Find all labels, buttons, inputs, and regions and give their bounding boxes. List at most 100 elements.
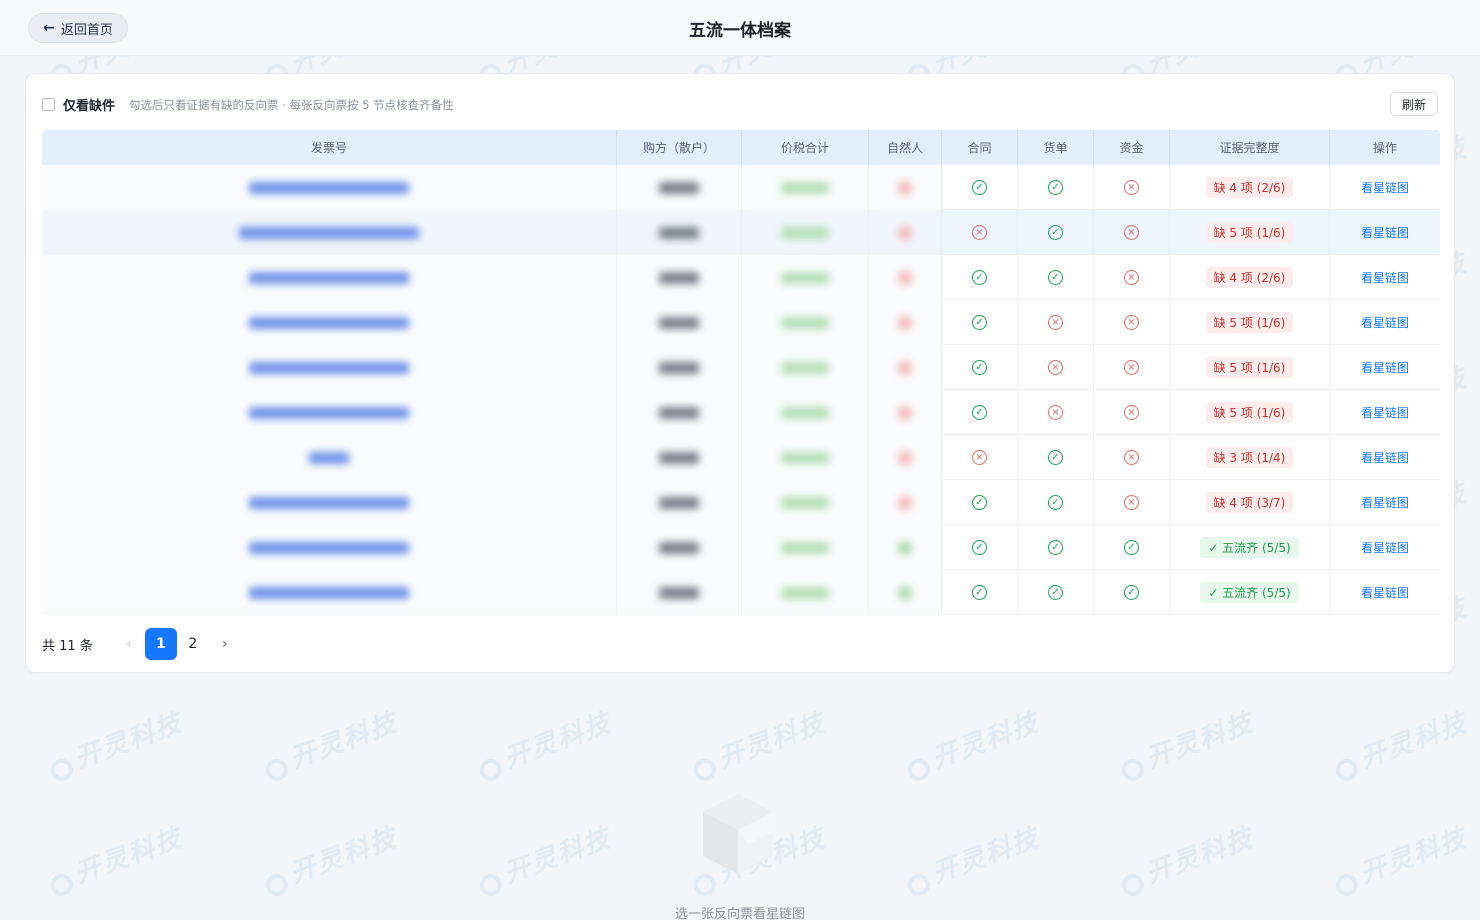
natural-person-redacted (898, 270, 912, 285)
view-star-graph-link[interactable]: 看星链图 (1361, 269, 1409, 286)
amount-cell (742, 435, 869, 480)
amount-cell (742, 345, 869, 390)
natural-person-cell (869, 570, 942, 615)
watermark-mark: 开灵科技 (472, 702, 616, 785)
amount-cell (742, 210, 869, 255)
buyer-redacted (659, 406, 699, 419)
check-circle-icon: ✓ (1048, 270, 1063, 285)
watermark-text: 开灵科技 (928, 822, 1044, 890)
invoice-no-cell[interactable] (42, 525, 617, 570)
table-row[interactable]: ✓ ✓ ✓ ✓ 五流齐 (5/5) 看星链图 (42, 570, 1440, 615)
watermark-logo-icon (1118, 755, 1147, 784)
contract-status-cell: ✓ (942, 480, 1018, 525)
invoice-no-cell[interactable] (42, 480, 617, 525)
fund-status-cell: × (1094, 480, 1170, 525)
view-star-graph-link[interactable]: 看星链图 (1361, 404, 1409, 421)
watermark-mark: 开灵科技 (1114, 817, 1258, 900)
completeness-badge: 缺 3 项 (1/4) (1205, 447, 1294, 468)
col-completeness[interactable]: 证据完整度 (1170, 130, 1330, 165)
check-circle-icon: ✓ (972, 315, 987, 330)
col-invoice-no[interactable]: 发票号 (42, 130, 617, 165)
view-star-graph-link[interactable]: 看星链图 (1361, 449, 1409, 466)
watermark-logo-icon (476, 870, 505, 899)
goods-status-cell: ✓ (1018, 255, 1094, 300)
col-buyer[interactable]: 购方（散户） (617, 130, 742, 165)
page-1-button[interactable]: 1 (144, 628, 177, 660)
watermark-text: 开灵科技 (500, 707, 616, 775)
amount-cell (742, 525, 869, 570)
view-star-graph-link[interactable]: 看星链图 (1361, 179, 1409, 196)
prev-page-button[interactable]: ‹ (113, 628, 145, 660)
x-circle-icon: × (1124, 360, 1139, 375)
amount-redacted (781, 586, 829, 599)
x-circle-icon: × (1048, 405, 1063, 420)
check-circle-icon: ✓ (972, 405, 987, 420)
invoice-no-cell[interactable] (42, 570, 617, 615)
invoice-no-cell[interactable] (42, 210, 617, 255)
invoice-no-cell[interactable] (42, 165, 617, 210)
view-star-graph-link[interactable]: 看星链图 (1361, 494, 1409, 511)
invoice-no-cell[interactable] (42, 435, 617, 480)
empty-state-text: 选一张反向票看星链图 (674, 907, 805, 920)
fund-status-cell: ✓ (1094, 525, 1170, 570)
view-star-graph-link[interactable]: 看星链图 (1361, 539, 1409, 556)
check-circle-icon: ✓ (972, 540, 987, 555)
action-cell: 看星链图 (1330, 435, 1440, 480)
table-row[interactable]: ✓ × × 缺 5 项 (1/6) 看星链图 (42, 345, 1440, 390)
amount-redacted (781, 271, 829, 284)
watermark-mark: 开灵科技 (686, 702, 830, 785)
view-star-graph-link[interactable]: 看星链图 (1361, 224, 1409, 241)
table-row[interactable]: × ✓ × 缺 5 项 (1/6) 看星链图 (42, 210, 1440, 255)
missing-only-filter[interactable]: 仅看缺件 勾选后只看证据有缺的反向票 · 每张反向票按 5 节点核查齐备性 (42, 95, 454, 114)
watermark-mark: 开灵科技 (472, 817, 616, 900)
action-cell: 看星链图 (1330, 255, 1440, 300)
invoice-no-redacted (249, 586, 409, 599)
natural-person-redacted (898, 315, 912, 330)
contract-status-cell: ✓ (942, 570, 1018, 615)
page-title: 五流一体档案 (689, 21, 791, 41)
buyer-cell (617, 300, 742, 345)
check-circle-icon: ✓ (972, 585, 987, 600)
watermark-logo-icon (1332, 755, 1361, 784)
table-row[interactable]: × ✓ × 缺 3 项 (1/4) 看星链图 (42, 435, 1440, 480)
watermark-mark: 开灵科技 (1328, 702, 1472, 785)
view-star-graph-link[interactable]: 看星链图 (1361, 314, 1409, 331)
missing-only-checkbox[interactable] (42, 98, 55, 111)
invoice-no-cell[interactable] (42, 255, 617, 300)
x-circle-icon: × (1124, 270, 1139, 285)
invoice-no-cell[interactable] (42, 390, 617, 435)
action-cell: 看星链图 (1330, 165, 1440, 210)
action-cell: 看星链图 (1330, 525, 1440, 570)
page-2-button[interactable]: 2 (177, 628, 209, 660)
check-circle-icon: ✓ (1048, 540, 1063, 555)
buyer-redacted (659, 226, 699, 239)
col-goods[interactable]: 货单 (1018, 130, 1094, 165)
natural-person-cell (869, 300, 942, 345)
watermark-mark: 开灵科技 (1114, 702, 1258, 785)
natural-person-cell (869, 210, 942, 255)
next-page-button[interactable]: › (209, 628, 241, 660)
table-row[interactable]: ✓ × × 缺 5 项 (1/6) 看星链图 (42, 300, 1440, 345)
col-amount[interactable]: 价税合计 (742, 130, 869, 165)
watermark-logo-icon (904, 870, 933, 899)
table-row[interactable]: ✓ ✓ × 缺 4 项 (2/6) 看星链图 (42, 165, 1440, 210)
table-row[interactable]: ✓ ✓ ✓ ✓ 五流齐 (5/5) 看星链图 (42, 525, 1440, 570)
invoice-no-cell[interactable] (42, 345, 617, 390)
refresh-button[interactable]: 刷新 (1390, 92, 1438, 116)
invoice-no-cell[interactable] (42, 300, 617, 345)
view-star-graph-link[interactable]: 看星链图 (1361, 584, 1409, 601)
watermark-logo-icon (47, 755, 76, 784)
buyer-redacted (659, 496, 699, 509)
col-contract[interactable]: 合同 (942, 130, 1018, 165)
completeness-cell: 缺 5 项 (1/6) (1170, 300, 1330, 345)
table-row[interactable]: ✓ ✓ × 缺 4 项 (2/6) 看星链图 (42, 255, 1440, 300)
completeness-badge: 缺 4 项 (3/7) (1205, 492, 1294, 513)
table-row[interactable]: ✓ × × 缺 5 项 (1/6) 看星链图 (42, 390, 1440, 435)
table-row[interactable]: ✓ ✓ × 缺 4 项 (3/7) 看星链图 (42, 480, 1440, 525)
col-fund[interactable]: 资金 (1094, 130, 1170, 165)
watermark-logo-icon (47, 870, 76, 899)
view-star-graph-link[interactable]: 看星链图 (1361, 359, 1409, 376)
goods-status-cell: ✓ (1018, 210, 1094, 255)
amount-redacted (781, 541, 829, 554)
col-natural-person[interactable]: 自然人 (869, 130, 942, 165)
